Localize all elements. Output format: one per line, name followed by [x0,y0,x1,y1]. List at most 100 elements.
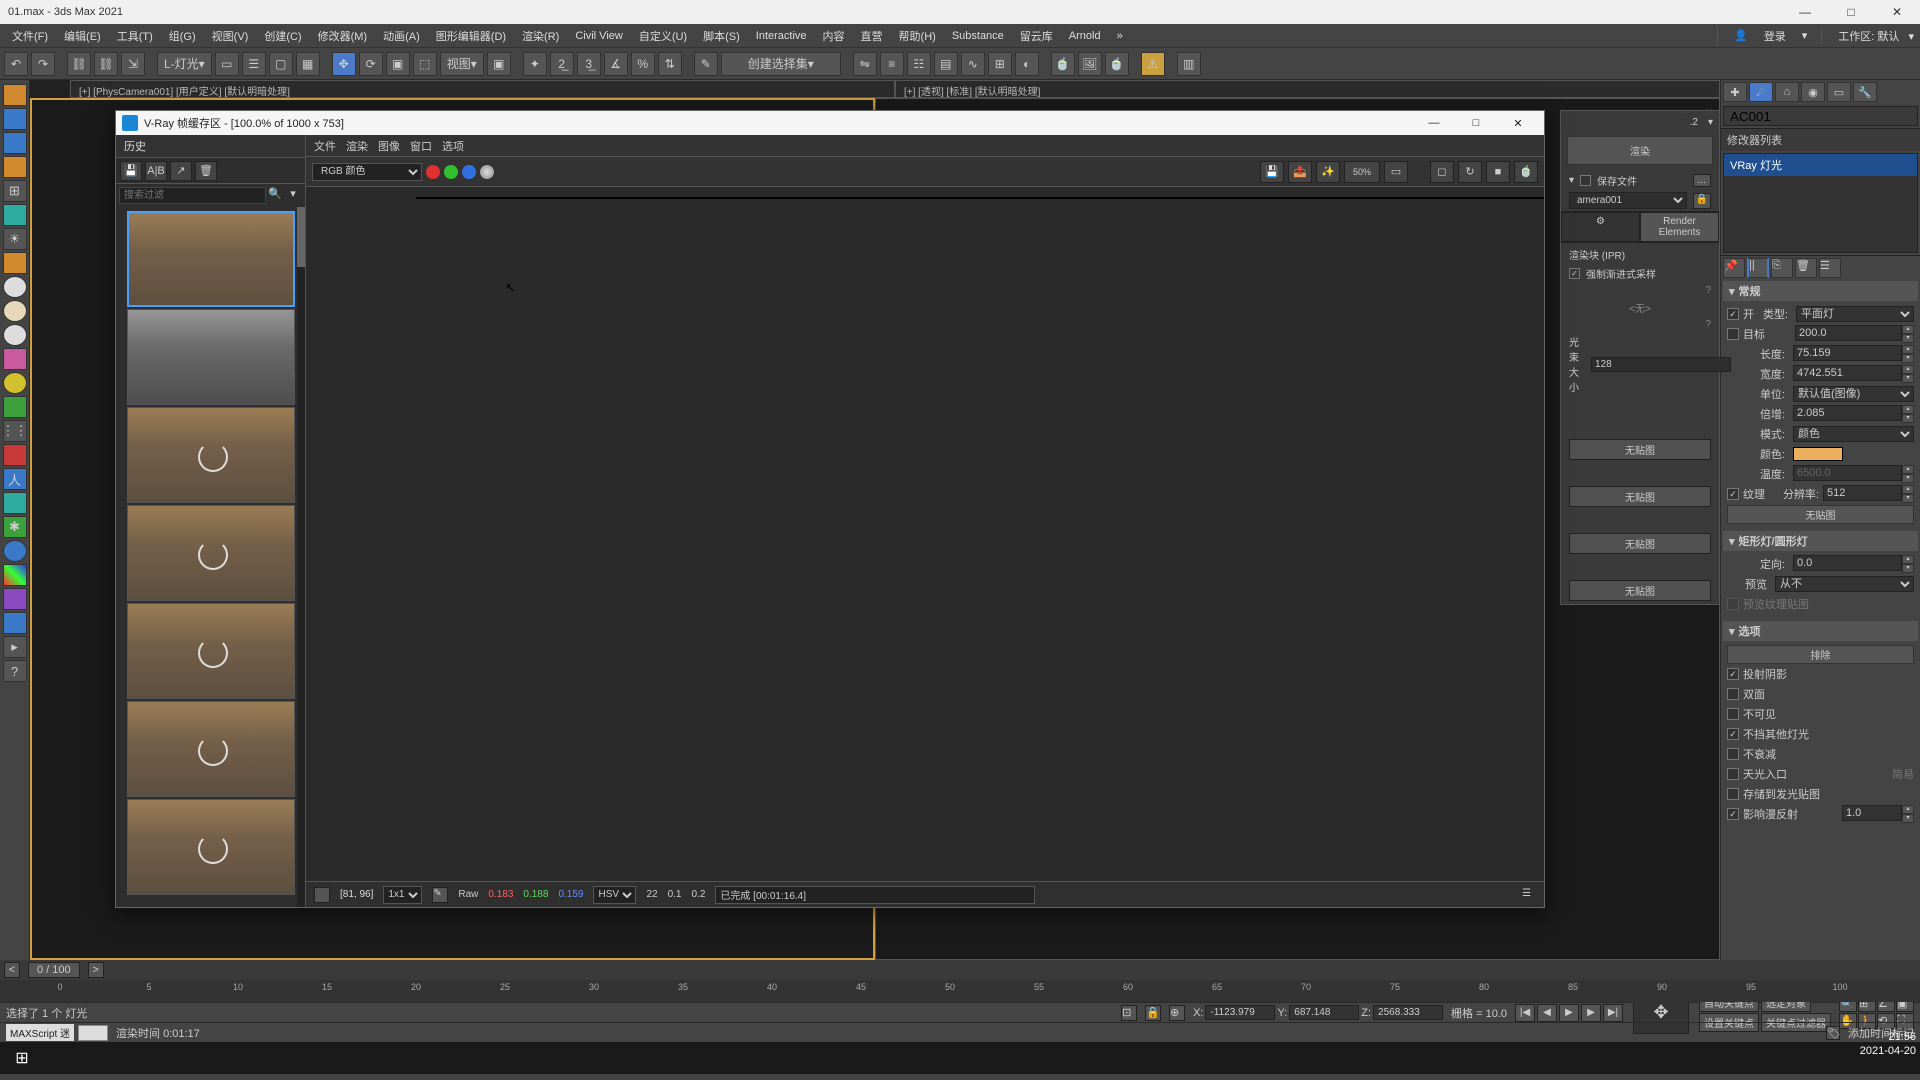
channel-alpha[interactable] [480,165,494,179]
coord-y[interactable] [1289,1005,1359,1020]
ltool-14[interactable] [3,492,27,514]
render-camera[interactable]: amera001 [1569,192,1687,209]
ltool-sun[interactable] [3,372,27,394]
vfb-menu-toggle[interactable]: ☰ [1522,888,1536,902]
redo-button[interactable]: ↷ [31,52,55,76]
ltool-expand[interactable]: ▸ [3,636,27,658]
tab-modify[interactable]: ☄ [1749,82,1773,102]
spinner-snap[interactable]: ⇅ [658,52,682,76]
hist-save[interactable]: 💾 [120,161,142,181]
channel-select[interactable]: RGB 颜色 [312,163,422,181]
history-thumb[interactable] [127,505,295,601]
coord-mode-icon[interactable]: ⊕ [1169,1005,1185,1021]
bundle-val[interactable] [1591,357,1731,372]
curve-editor[interactable]: ∿ [961,52,985,76]
select-rect[interactable]: ▢ [269,52,293,76]
history-scrollbar[interactable] [297,207,305,907]
goto-end[interactable]: ▶| [1603,1004,1623,1022]
pin-stack[interactable]: 📌 [1723,258,1745,278]
unlink-button[interactable]: ⛓ [94,52,118,76]
directional-val[interactable] [1793,555,1902,571]
length-val[interactable] [1793,345,1902,361]
vfb-menu-file[interactable]: 文件 [314,138,336,154]
history-thumb[interactable] [127,701,295,797]
viewport-label-right[interactable]: [+] [透视] [标准] [默认明暗处理] [895,80,1720,98]
history-thumb[interactable] [127,211,295,307]
align[interactable]: ≡ [880,52,904,76]
menu-create[interactable]: 创建(C) [258,26,307,46]
coord-x[interactable] [1205,1005,1275,1020]
channel-green[interactable] [444,165,458,179]
mode-select[interactable]: 颜色 [1793,426,1914,442]
time-tag-icon[interactable]: 🏷 [1826,1026,1840,1040]
lock-selection-icon[interactable]: 🔒 [1145,1005,1161,1021]
chk-texture[interactable]: ✓ [1727,488,1739,500]
tab-hierarchy[interactable]: ⌂ [1775,82,1799,102]
history-thumb[interactable] [127,407,295,503]
render-button[interactable]: 渲染 [1567,136,1713,165]
ltool-3[interactable] [3,132,27,154]
menu-modifiers[interactable]: 修改器(M) [312,26,374,46]
channel-blue[interactable] [462,165,476,179]
chk-doublesided[interactable] [1727,688,1739,700]
schematic[interactable]: ⊞ [988,52,1012,76]
exclude-button[interactable]: 排除 [1727,645,1914,664]
history-thumb[interactable] [127,799,295,895]
ltool-11[interactable]: ⋮⋮ [3,420,27,442]
ltool-15[interactable]: ✱ [3,516,27,538]
menu-zy[interactable]: 直营 [855,26,889,46]
play[interactable]: ▶ [1559,1004,1579,1022]
menu-civilview[interactable]: Civil View [569,28,628,44]
select-object[interactable]: ▭ [215,52,239,76]
ltool-5[interactable]: ⊞ [3,180,27,202]
menu-customize[interactable]: 自定义(U) [633,26,693,46]
menu-file[interactable]: 文件(F) [6,26,54,46]
window-close[interactable]: ✕ [1874,0,1920,24]
ref-coord[interactable]: 视图 ▾ [440,52,484,76]
tab-create[interactable]: ✚ [1723,82,1747,102]
ltool-sphere-2[interactable] [3,300,27,322]
current-frame[interactable]: 0 / 100 [28,962,80,978]
vfb-menu-options[interactable]: 选项 [442,138,464,154]
render-view[interactable]: ‿‿‿‿‿‿‿‿‿‿ ‿‿‿‿‿‿‿‿‿‿‿‿ ‿‿‿‿‿‿‿‿ ↖ [306,187,1544,881]
vfb-minimize[interactable]: — [1414,113,1454,133]
menu-rendering[interactable]: 渲染(R) [516,26,565,46]
selection-filter[interactable]: L-灯光 ▾ [157,52,212,76]
start-button[interactable]: ⊞ [4,1044,40,1072]
menu-view[interactable]: 视图(V) [206,26,255,46]
vfb-menu-image[interactable]: 图像 [378,138,400,154]
ltool-6[interactable] [3,204,27,226]
render-setup[interactable]: 🍵 [1051,52,1075,76]
chk-noother[interactable]: ✓ [1727,728,1739,740]
ltool-1[interactable] [3,84,27,106]
history-menu[interactable]: ▾ [284,187,302,204]
layers[interactable]: ☷ [907,52,931,76]
window-minimize[interactable]: — [1782,0,1828,24]
material-editor[interactable]: ◐ [1015,52,1039,76]
color-picker-icon[interactable] [314,887,330,903]
snap-toggle-2[interactable]: 2̲ [550,52,574,76]
menu-group[interactable]: 组(G) [163,26,202,46]
chk-target[interactable] [1727,328,1739,340]
tab-motion[interactable]: ◉ [1801,82,1825,102]
window-maximize[interactable]: □ [1828,0,1874,24]
lock-icon[interactable]: 🔒 [1693,193,1711,209]
maxscript-input[interactable] [78,1025,108,1041]
ltool-help[interactable]: ? [3,660,27,682]
ltool-8[interactable] [3,252,27,274]
menu-content[interactable]: 内容 [817,26,851,46]
res-val[interactable] [1823,485,1902,501]
rendered-image[interactable]: ‿‿‿‿‿‿‿‿‿‿ ‿‿‿‿‿‿‿‿‿‿‿‿ ‿‿‿‿‿‿‿‿ ↖ [416,197,1544,199]
menu-arnold[interactable]: Arnold [1063,28,1107,44]
placement-tool[interactable]: ⬚ [413,52,437,76]
color-space[interactable]: HSV [593,886,636,904]
ltool-17[interactable] [3,612,27,634]
vfb-start-ipr[interactable]: ↻ [1458,161,1482,183]
pivot-center[interactable]: ▣ [487,52,511,76]
chk-invisible[interactable] [1727,708,1739,720]
vfb-titlebar[interactable]: V-Ray 帧缓存区 - [100.0% of 1000 x 753] — □ … [116,111,1544,135]
units-select[interactable]: 默认值(图像) [1793,386,1914,402]
menu-grapheditors[interactable]: 图形编辑器(D) [430,26,512,46]
ltool-2[interactable] [3,108,27,130]
edit-named-sel[interactable]: ✎ [694,52,718,76]
